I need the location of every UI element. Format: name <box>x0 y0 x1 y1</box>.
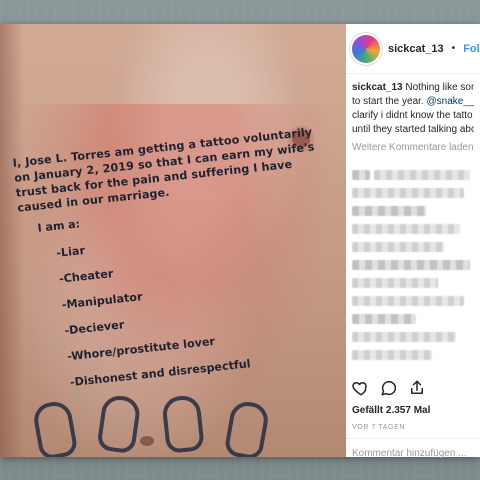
post-header: sickcat_13 • Folgen <box>346 24 480 74</box>
tattoo-list: -Liar -Cheater -Manipulator -Deciever -W… <box>55 210 346 396</box>
blurred-text <box>374 170 470 180</box>
share-icon[interactable] <box>408 379 426 397</box>
load-more-comments-link[interactable]: Weitere Kommentare laden <box>352 142 474 153</box>
caption-mention[interactable]: @snake__p <box>426 96 474 107</box>
instagram-side-panel: sickcat_13 • Folgen sickcat_13 Nothing l… <box>346 24 480 459</box>
caption-username[interactable]: sickcat_13 <box>352 82 403 93</box>
likes-count[interactable]: Gefällt 2.357 Mal <box>352 405 430 416</box>
blurred-comments <box>346 162 480 368</box>
post-actions <box>352 377 474 399</box>
navel <box>140 436 154 446</box>
blurred-text <box>352 260 470 270</box>
blurred-text <box>352 206 426 216</box>
caption-text: Nothing like som <box>402 82 474 93</box>
follow-button[interactable]: Folgen <box>463 43 480 55</box>
add-comment-input[interactable]: Kommentar hinzufügen ... <box>352 448 467 459</box>
script-letter-tattoo <box>161 394 205 454</box>
blurred-text <box>352 188 464 198</box>
blurred-text <box>352 332 456 342</box>
caption-line: clarify i didnt know the tatto <box>352 110 473 121</box>
tattoo-text-block: I, Jose L. Torres am getting a tattoo vo… <box>12 122 346 400</box>
post-caption: sickcat_13 Nothing like som to start the… <box>352 81 474 137</box>
script-letter-tattoo <box>223 399 271 457</box>
blurred-text <box>352 242 444 252</box>
script-tattoo-initials <box>31 393 286 457</box>
caption-line: until they started talking abo <box>352 124 474 135</box>
separator-dot: • <box>451 43 456 54</box>
heart-icon[interactable] <box>352 379 370 397</box>
avatar[interactable] <box>352 34 380 63</box>
script-letter-tattoo <box>31 399 79 457</box>
caption-line: sickcat_13 Nothing like som <box>352 81 474 95</box>
post-time: VOR 7 TAGEN <box>352 424 406 431</box>
caption-line: to start the year. @snake__p <box>352 95 474 109</box>
blurred-text <box>352 278 438 288</box>
instagram-post-embed: I, Jose L. Torres am getting a tattoo vo… <box>0 24 480 459</box>
caption-text: to start the year. <box>352 96 427 107</box>
blurred-text <box>352 224 460 234</box>
blurred-avatar <box>352 170 370 180</box>
comment-icon[interactable] <box>380 379 398 397</box>
post-photo: I, Jose L. Torres am getting a tattoo vo… <box>0 24 346 457</box>
script-letter-tattoo <box>96 393 142 455</box>
post-username[interactable]: sickcat_13 <box>388 43 444 55</box>
blurred-text <box>352 350 432 360</box>
blurred-text <box>352 296 464 306</box>
blurred-text <box>352 314 416 324</box>
divider <box>346 438 480 439</box>
